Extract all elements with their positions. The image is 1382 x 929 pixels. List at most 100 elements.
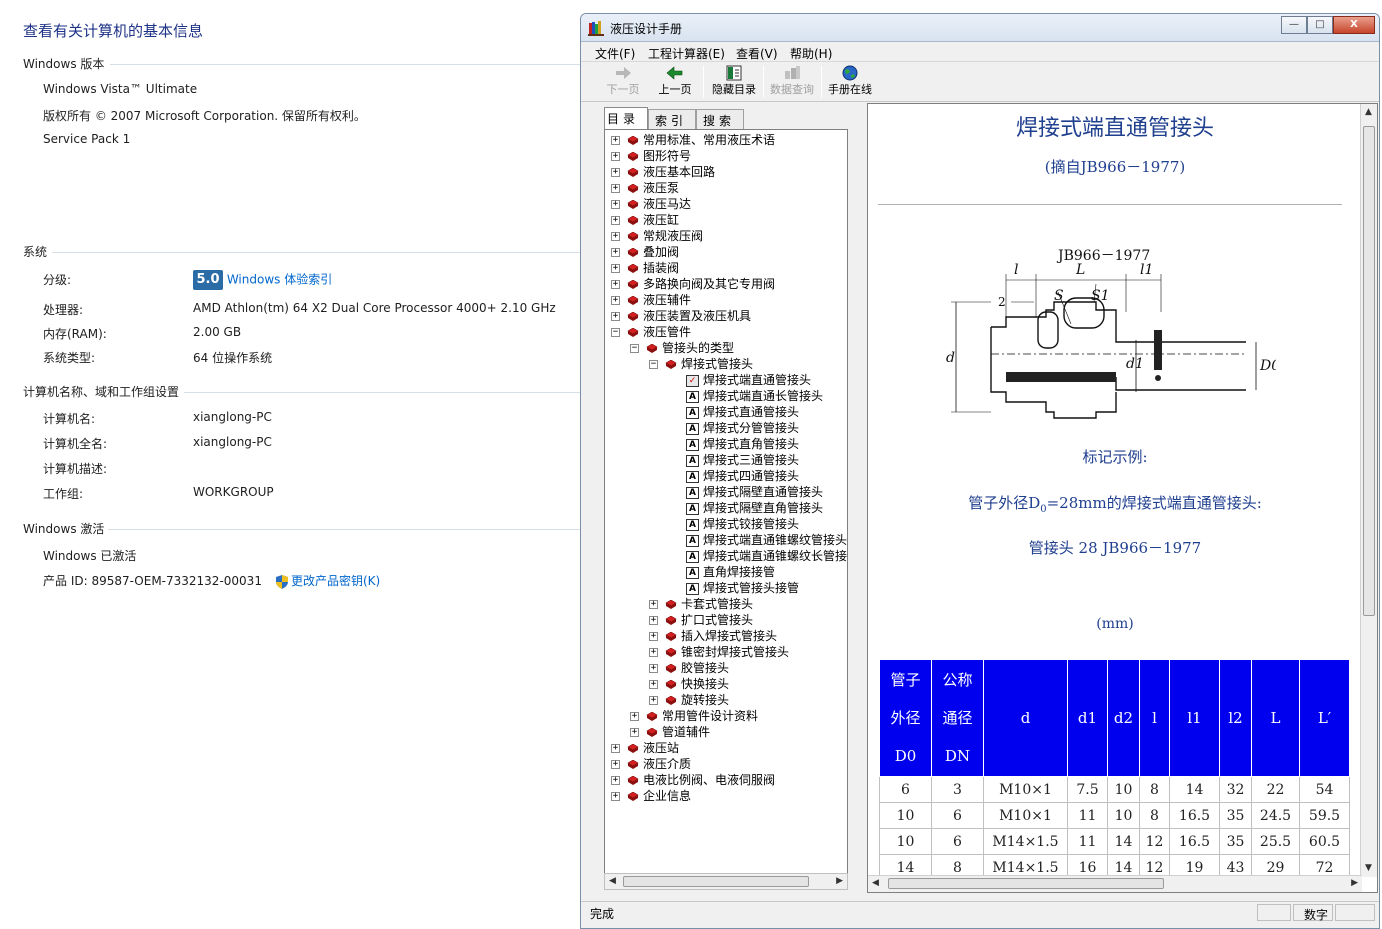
tree-item[interactable]: + 液压站 xyxy=(611,740,679,756)
tree-item[interactable]: + 旋转接头 xyxy=(649,692,729,708)
expand-icon[interactable]: + xyxy=(611,136,620,145)
expand-icon[interactable]: + xyxy=(611,232,620,241)
tree-item[interactable]: + 液压装置及液压机具 xyxy=(611,308,751,324)
tree-item[interactable]: + 液压马达 xyxy=(611,196,691,212)
close-button[interactable]: X xyxy=(1333,16,1375,34)
tree-item[interactable]: A 焊接式四通管接头 xyxy=(668,468,799,484)
expand-icon[interactable]: + xyxy=(611,744,620,753)
content-vertical-scrollbar[interactable]: ▲ ▼ xyxy=(1360,104,1377,877)
tree-item[interactable]: + 插入焊接式管接头 xyxy=(649,628,777,644)
collapse-icon[interactable]: − xyxy=(649,360,658,369)
tree-item[interactable]: + 常规液压阀 xyxy=(611,228,703,244)
tree-item[interactable]: + 多路换向阀及其它专用阀 xyxy=(611,276,775,292)
tree-item[interactable]: + 图形符号 xyxy=(611,148,691,164)
content-horizontal-scrollbar[interactable]: ◀ ▶ xyxy=(868,875,1362,892)
expand-icon[interactable]: + xyxy=(611,216,620,225)
tree-item[interactable]: A 焊接式直角管接头 xyxy=(668,436,799,452)
tree-item[interactable]: − 焊接式管接头 xyxy=(649,356,753,372)
tree-item[interactable]: + 液压介质 xyxy=(611,756,691,772)
tree-item[interactable]: + 液压辅件 xyxy=(611,292,691,308)
maximize-button[interactable]: □ xyxy=(1307,16,1333,34)
toc-horizontal-scrollbar[interactable]: ◀ ▶ xyxy=(604,873,848,890)
tree-item[interactable]: A 焊接式隔壁直通管接头 xyxy=(668,484,823,500)
tree-item[interactable]: + 快换接头 xyxy=(649,676,729,692)
menu-file[interactable]: 文件(F) xyxy=(595,45,635,62)
expand-icon[interactable]: + xyxy=(649,680,658,689)
expand-icon[interactable]: + xyxy=(630,728,639,737)
tree-item[interactable]: + 液压基本回路 xyxy=(611,164,715,180)
scroll-down-icon[interactable]: ▼ xyxy=(1365,863,1372,873)
scrollbar-thumb[interactable] xyxy=(888,878,1164,889)
expand-icon[interactable]: + xyxy=(611,296,620,305)
expand-icon[interactable]: + xyxy=(611,248,620,257)
expand-icon[interactable]: + xyxy=(611,264,620,273)
scroll-right-icon[interactable]: ▶ xyxy=(1351,878,1358,888)
tree-item[interactable]: − 管接头的类型 xyxy=(630,340,734,356)
menu-calculator[interactable]: 工程计算器(E) xyxy=(648,45,725,62)
tree-item[interactable]: A 焊接式端直通锥螺纹长管接 xyxy=(668,548,847,564)
tree-item[interactable]: + 电液比例阀、电液伺服阀 xyxy=(611,772,775,788)
tree-item[interactable]: A 焊接式直通管接头 xyxy=(668,404,799,420)
tree-item[interactable]: + 液压缸 xyxy=(611,212,679,228)
expand-icon[interactable]: + xyxy=(611,776,620,785)
tree-item[interactable]: + 锥密封焊接式管接头 xyxy=(649,644,789,660)
tree-item[interactable]: + 常用管件设计资料 xyxy=(630,708,758,724)
toc-tree[interactable]: + 常用标准、常用液压术语 + 图形符号 + 液压基本回路 + 液压泵 + 液压马达 + 液压缸 + 常规… xyxy=(604,129,848,883)
collapse-icon[interactable]: − xyxy=(630,344,639,353)
expand-icon[interactable]: + xyxy=(611,280,620,289)
prev-page-button[interactable]: 上一页 xyxy=(655,65,695,97)
expand-icon[interactable]: + xyxy=(611,184,620,193)
scrollbar-thumb[interactable] xyxy=(623,876,809,887)
expand-icon[interactable]: + xyxy=(611,792,620,801)
experience-index-link[interactable]: Windows 体验索引 xyxy=(227,273,332,287)
tab-contents[interactable]: 目录 xyxy=(604,107,648,130)
expand-icon[interactable]: + xyxy=(611,760,620,769)
expand-icon[interactable]: + xyxy=(649,664,658,673)
scroll-left-icon[interactable]: ◀ xyxy=(872,878,879,888)
expand-icon[interactable]: + xyxy=(611,200,620,209)
expand-icon[interactable]: + xyxy=(630,712,639,721)
change-key-link[interactable]: 更改产品密钥(K) xyxy=(276,572,380,589)
collapse-icon[interactable]: − xyxy=(611,328,620,337)
menu-view[interactable]: 查看(V) xyxy=(736,45,778,62)
expand-icon[interactable]: + xyxy=(649,600,658,609)
scroll-right-icon[interactable]: ▶ xyxy=(836,876,843,886)
online-manual-button[interactable]: 手册在线 xyxy=(826,65,874,97)
tree-item[interactable]: − 液压管件 xyxy=(611,324,691,340)
tree-item[interactable]: A 焊接式管接头接管 xyxy=(668,580,799,596)
scroll-up-icon[interactable]: ▲ xyxy=(1365,107,1372,117)
tree-item[interactable]: + 扩口式管接头 xyxy=(649,612,753,628)
tree-item[interactable]: + 管道辅件 xyxy=(630,724,710,740)
menu-help[interactable]: 帮助(H) xyxy=(790,45,832,62)
tree-item[interactable]: A 直角焊接接管 xyxy=(668,564,775,580)
tree-item[interactable]: A 焊接式端直通锥螺纹管接头 xyxy=(668,532,847,548)
expand-icon[interactable]: + xyxy=(649,696,658,705)
tree-item[interactable]: A 焊接式端直通长管接头 xyxy=(668,388,823,404)
tree-item[interactable]: + 胶管接头 xyxy=(649,660,729,676)
tree-item[interactable]: + 卡套式管接头 xyxy=(649,596,753,612)
tree-item[interactable]: + 叠加阀 xyxy=(611,244,679,260)
expand-icon[interactable]: + xyxy=(611,152,620,161)
hide-toc-button[interactable]: 隐藏目录 xyxy=(710,65,758,97)
tree-item[interactable]: + 常用标准、常用液压术语 xyxy=(611,132,775,148)
tree-item[interactable]: + 企业信息 xyxy=(611,788,691,804)
tree-item[interactable]: A 焊接式三通管接头 xyxy=(668,452,799,468)
scroll-left-icon[interactable]: ◀ xyxy=(609,876,616,886)
minimize-button[interactable]: — xyxy=(1281,16,1307,34)
tab-index[interactable]: 索引 xyxy=(648,109,696,129)
tab-search[interactable]: 搜索 xyxy=(696,109,744,129)
expand-icon[interactable]: + xyxy=(649,632,658,641)
expand-icon[interactable]: + xyxy=(649,648,658,657)
next-page-button[interactable]: 下一页 xyxy=(603,65,643,97)
expand-icon[interactable]: + xyxy=(649,616,658,625)
tree-item[interactable]: + 插装阀 xyxy=(611,260,679,276)
expand-icon[interactable]: + xyxy=(611,312,620,321)
expand-icon[interactable]: + xyxy=(611,168,620,177)
tree-item[interactable]: ✓ 焊接式端直通管接头 xyxy=(668,372,811,388)
title-bar[interactable]: 液压设计手册 — □ X xyxy=(581,14,1379,42)
tree-item[interactable]: A 焊接式分管管接头 xyxy=(668,420,799,436)
scrollbar-thumb[interactable] xyxy=(1363,126,1375,616)
tree-item[interactable]: A 焊接式铰接管接头 xyxy=(668,516,799,532)
tree-item[interactable]: A 焊接式隔壁直角管接头 xyxy=(668,500,823,516)
tree-item[interactable]: + 液压泵 xyxy=(611,180,679,196)
